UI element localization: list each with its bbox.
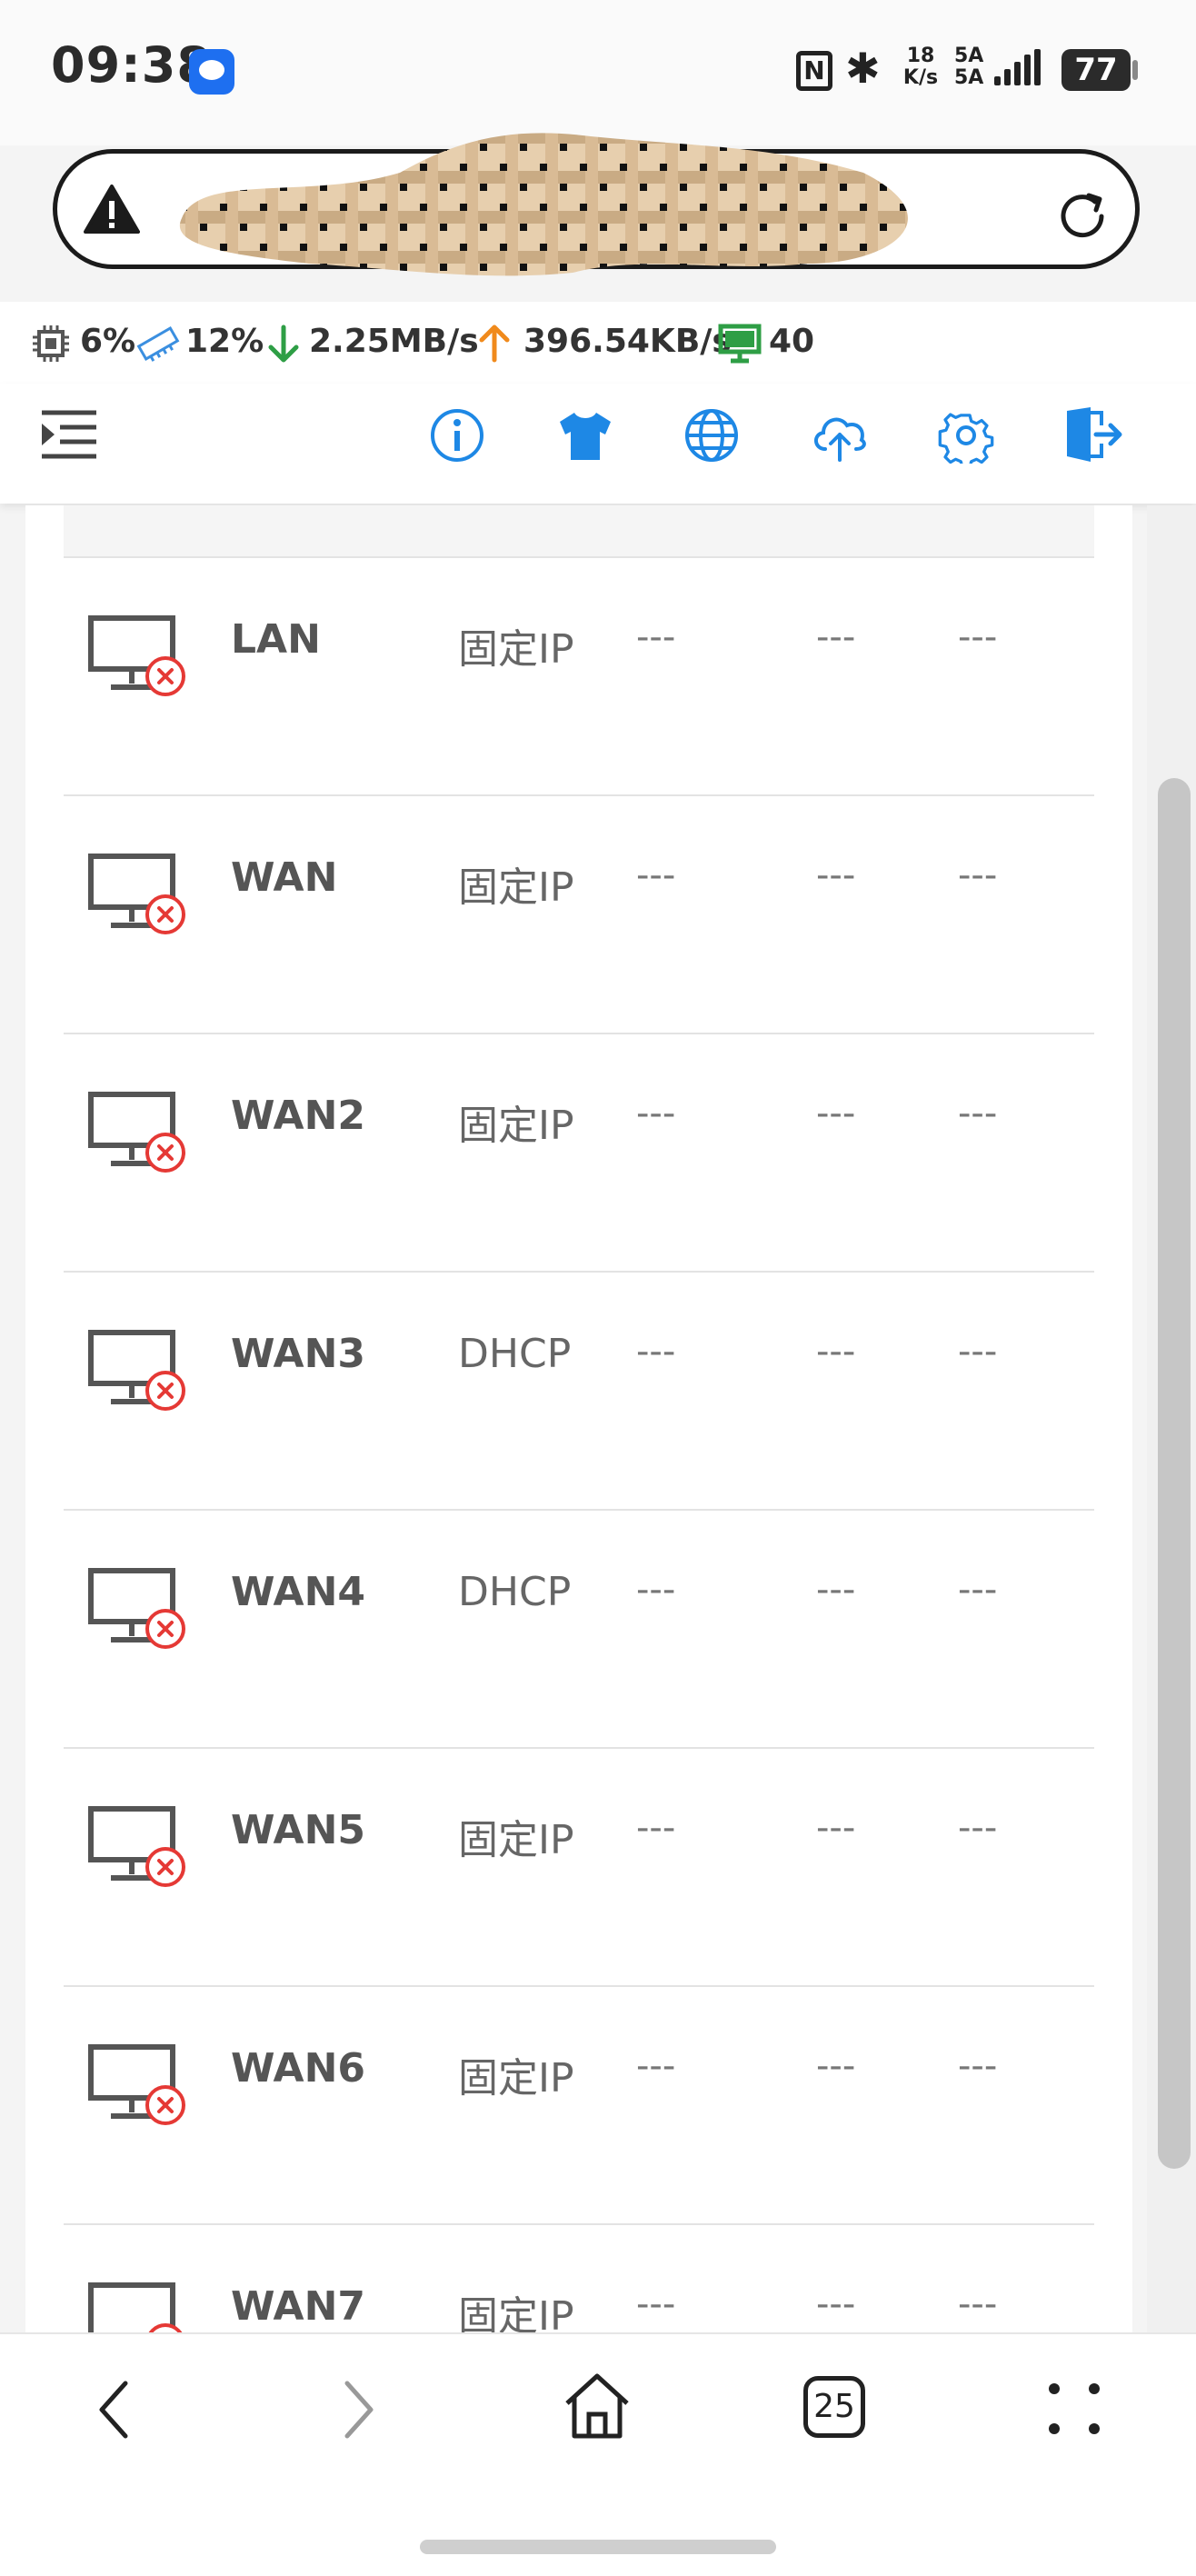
nfc-icon: N [796, 51, 832, 91]
tabs-button[interactable]: 25 [803, 2376, 865, 2438]
reload-icon[interactable] [1052, 186, 1112, 246]
globe-icon[interactable] [683, 407, 740, 464]
interface-protocol: DHCP [458, 1569, 572, 1615]
url-redaction [179, 133, 908, 276]
interface-name: WAN [231, 854, 338, 901]
interface-value: --- [958, 1569, 998, 1611]
interface-protocol: 固定IP [458, 2293, 574, 2334]
interface-value: --- [816, 616, 856, 658]
interface-value: --- [636, 1331, 676, 1373]
interface-protocol: 固定IP [458, 2055, 574, 2102]
status-time: 09:38 [51, 36, 212, 94]
back-icon[interactable] [91, 2378, 136, 2441]
battery-tip [1132, 60, 1138, 80]
interface-value: --- [958, 854, 998, 896]
interface-protocol: 固定IP [458, 1817, 574, 1863]
interface-row[interactable]: WAN7 固定IP --- --- --- [64, 2223, 1094, 2334]
interface-value: --- [958, 2045, 998, 2087]
interface-value: --- [958, 1807, 998, 1849]
interface-row[interactable]: WAN2 固定IP --- --- --- [64, 1033, 1094, 1273]
upload-arrow-icon [479, 324, 510, 363]
more-menu-icon[interactable] [1047, 2381, 1101, 2436]
interface-value: --- [816, 1569, 856, 1611]
interface-name: WAN7 [231, 2283, 366, 2330]
interface-name: WAN5 [231, 1807, 366, 1853]
disconnected-computer-icon [88, 1806, 185, 1887]
disconnected-computer-icon [88, 2044, 185, 2125]
interface-value: --- [636, 1093, 676, 1134]
download-arrow-icon [268, 324, 299, 363]
cloud-upload-icon[interactable] [809, 407, 871, 464]
memory-usage: 12% [185, 323, 264, 360]
interface-value: --- [816, 2283, 856, 2325]
interface-row[interactable]: WAN4 DHCP --- --- --- [64, 1509, 1094, 1749]
home-indicator[interactable] [420, 2540, 776, 2554]
disconnected-computer-icon [88, 854, 185, 934]
interface-value: --- [816, 1331, 856, 1373]
battery-icon: 77 [1061, 49, 1131, 91]
cpu-usage: 6% [80, 323, 136, 360]
signal-strength-icon [994, 49, 1043, 91]
bluetooth-icon: ✱ [845, 44, 881, 93]
interface-value: --- [636, 1569, 676, 1611]
list-header-strip [64, 505, 1094, 556]
interface-value: --- [816, 2045, 856, 2087]
interface-row[interactable]: LAN 固定IP --- --- --- [64, 556, 1094, 796]
menu-icon[interactable] [38, 407, 100, 462]
interface-name: WAN3 [231, 1331, 366, 1377]
interface-name: WAN4 [231, 1569, 366, 1615]
interface-value: --- [636, 1807, 676, 1849]
interface-value: --- [636, 854, 676, 896]
interface-value: --- [816, 1093, 856, 1134]
disconnected-computer-icon [88, 1568, 185, 1649]
warning-icon[interactable] [84, 185, 140, 234]
disconnected-computer-icon [88, 615, 185, 696]
forward-icon[interactable] [336, 2378, 382, 2441]
interface-value: --- [958, 616, 998, 658]
upload-speed: 396.54KB/s [523, 323, 732, 360]
clients-monitor-icon [718, 324, 762, 364]
scrollbar-thumb[interactable] [1158, 778, 1191, 2169]
interface-row[interactable]: WAN 固定IP --- --- --- [64, 794, 1094, 1034]
interface-row[interactable]: WAN3 DHCP --- --- --- [64, 1271, 1094, 1511]
interface-row[interactable]: WAN6 固定IP --- --- --- [64, 1985, 1094, 2225]
cpu-icon [33, 325, 69, 362]
download-speed: 2.25MB/s [309, 323, 479, 360]
client-count: 40 [769, 323, 815, 360]
interface-protocol: 固定IP [458, 864, 574, 911]
info-icon[interactable] [429, 407, 485, 464]
interface-row[interactable]: WAN5 固定IP --- --- --- [64, 1747, 1094, 1987]
disconnected-computer-icon [88, 1330, 185, 1411]
disconnected-computer-icon [88, 2282, 184, 2334]
network-type-label: 5A 5A [954, 45, 984, 89]
home-icon[interactable] [562, 2371, 633, 2441]
interface-name: LAN [231, 616, 321, 663]
interface-value: --- [958, 1093, 998, 1134]
message-notification-icon [189, 49, 234, 95]
interface-value: --- [816, 1807, 856, 1849]
interface-value: --- [958, 2283, 998, 2325]
interface-protocol: 固定IP [458, 1103, 574, 1149]
interface-name: WAN2 [231, 1093, 366, 1139]
disconnected-computer-icon [88, 1092, 185, 1173]
memory-icon [136, 326, 180, 362]
interface-protocol: 固定IP [458, 626, 574, 673]
interface-protocol: DHCP [458, 1331, 572, 1377]
settings-gear-icon[interactable] [938, 407, 994, 464]
logout-icon[interactable] [1063, 405, 1123, 464]
interface-value: --- [636, 616, 676, 658]
interface-name: WAN6 [231, 2045, 366, 2092]
interface-value: --- [816, 854, 856, 896]
interface-value: --- [636, 2045, 676, 2087]
interface-value: --- [958, 1331, 998, 1373]
interface-value: --- [636, 2283, 676, 2325]
theme-shirt-icon[interactable] [556, 411, 614, 462]
network-speed: 18 K/s [902, 45, 939, 89]
